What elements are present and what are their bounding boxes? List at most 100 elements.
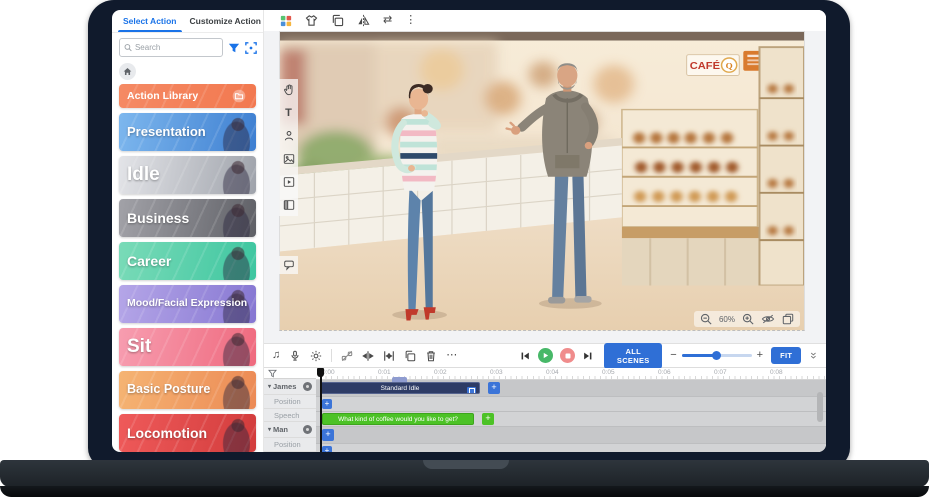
scene-canvas: CAFÉ Q <box>280 32 804 330</box>
add-speech-button[interactable]: + <box>482 413 494 425</box>
timeline-lanes[interactable]: 0:000:010:020:030:040:050:060:070:08 Sta… <box>316 368 826 452</box>
category-label: Career <box>127 254 171 269</box>
video-tool <box>282 175 296 189</box>
app-window: Select Action Customize Action <box>112 10 826 452</box>
category-sit[interactable]: Sit <box>119 328 256 366</box>
track-visibility-toggle[interactable] <box>303 382 312 391</box>
callout-icon <box>283 259 295 271</box>
trim-out-icon[interactable] <box>383 350 395 362</box>
laptop-base-notch <box>423 460 509 469</box>
play-button[interactable] <box>538 348 553 363</box>
playhead[interactable] <box>320 368 322 452</box>
swap-icon[interactable]: ⇄ <box>383 15 392 26</box>
clip-speech[interactable]: What kind of coffee would you like to ge… <box>322 413 474 425</box>
scene-tool-strip: T <box>279 79 298 216</box>
split-icon[interactable] <box>341 350 353 362</box>
zoom-in-icon[interactable] <box>742 313 754 325</box>
fit-button[interactable]: FIT <box>771 347 801 364</box>
zoom-level-value: 60% <box>719 315 735 324</box>
track-james[interactable]: ▾ James <box>264 379 316 395</box>
slider-knob[interactable] <box>712 351 721 360</box>
add-action-button[interactable]: + <box>488 382 500 394</box>
image-icon[interactable] <box>283 153 295 165</box>
trim-in-icon[interactable] <box>362 350 374 362</box>
stage-scene[interactable]: CAFÉ Q <box>279 31 805 331</box>
category-locomotion[interactable]: Locomotion <box>119 414 256 452</box>
character-icon[interactable] <box>283 130 295 142</box>
track-filter-icon[interactable] <box>268 369 277 378</box>
audio-icon[interactable]: ♫ <box>272 350 280 361</box>
slider-minus-icon[interactable]: − <box>670 350 676 361</box>
category-career[interactable]: Career <box>119 242 256 280</box>
timeline-scrollbar[interactable] <box>817 392 823 422</box>
text-tool[interactable]: T <box>282 106 296 120</box>
category-basic-posture[interactable]: Basic Posture <box>119 371 256 409</box>
flip-mirror-icon[interactable] <box>357 14 370 27</box>
stage-more-icon[interactable]: ⋮ <box>405 15 416 26</box>
category-label: Idle <box>127 165 160 185</box>
subtrack-james-position[interactable]: Position <box>264 395 316 409</box>
duplicate-clip-icon[interactable] <box>404 350 416 362</box>
add-position-button[interactable]: + <box>322 399 332 409</box>
add-action-button[interactable]: + <box>322 429 334 441</box>
lane-man-position[interactable]: + <box>316 444 826 452</box>
video-icon[interactable] <box>283 176 295 188</box>
home-button[interactable] <box>119 63 136 80</box>
add-position-button[interactable]: + <box>322 446 332 452</box>
timeline-edit-tools: ♫ ⋯ <box>272 349 457 362</box>
slider-track[interactable] <box>682 354 752 357</box>
color-swatch-icon[interactable] <box>280 15 292 27</box>
callout-tool[interactable] <box>279 256 298 274</box>
float-window-icon[interactable] <box>782 313 794 325</box>
skip-start-icon[interactable] <box>519 350 531 362</box>
mic-icon[interactable] <box>289 350 301 362</box>
subtrack-man-position[interactable]: Position <box>264 438 316 452</box>
outfit-icon[interactable] <box>305 14 318 27</box>
stop-button[interactable] <box>560 348 575 363</box>
hand-icon[interactable] <box>283 84 295 96</box>
track-man[interactable]: ▾ Man <box>264 422 316 438</box>
zoom-out-icon[interactable] <box>700 313 712 325</box>
collapse-timeline-icon[interactable] <box>809 350 818 361</box>
lane-james-speech[interactable]: What kind of coffee would you like to ge… <box>316 412 826 427</box>
ruler-tick-label: 0:07 <box>714 369 727 376</box>
subtrack-name: Position <box>274 397 301 406</box>
category-business[interactable]: Business <box>119 199 256 237</box>
lane-james-position[interactable]: + <box>316 397 826 412</box>
track-visibility-toggle[interactable] <box>303 425 312 434</box>
lane-man[interactable]: + <box>316 427 826 444</box>
chevron-down-icon: ▾ <box>268 426 271 433</box>
category-idle[interactable]: Idle <box>119 156 256 194</box>
slider-fill <box>682 354 716 357</box>
category-label: Sit <box>127 337 151 357</box>
page: Select Action Customize Action <box>0 0 929 497</box>
category-figure <box>220 375 250 409</box>
slider-plus-icon[interactable]: + <box>757 350 763 361</box>
duplicate-character-icon[interactable] <box>331 14 344 27</box>
search-input[interactable] <box>135 43 218 52</box>
category-figure <box>220 160 250 194</box>
category-presentation[interactable]: Presentation <box>119 113 256 151</box>
focus-view-icon[interactable] <box>245 42 257 54</box>
category-mood-facial-expression[interactable]: Mood/Facial Expression <box>119 285 256 323</box>
hide-ui-icon[interactable] <box>761 313 775 325</box>
clip-standard-idle[interactable]: Standard Idle <box>320 382 480 394</box>
subtrack-james-speech[interactable]: Speech <box>264 409 316 423</box>
clip-options-icon[interactable] <box>467 387 476 395</box>
delete-icon[interactable] <box>425 350 437 362</box>
chevron-down-icon: ▾ <box>268 383 271 390</box>
skip-end-icon[interactable] <box>582 350 594 362</box>
add-marker-tab[interactable] <box>392 377 407 382</box>
lane-james[interactable]: Standard Idle + <box>316 380 826 397</box>
effects-icon[interactable] <box>310 350 322 362</box>
filter-icon[interactable] <box>228 42 240 54</box>
tab-select-action[interactable]: Select Action <box>112 10 188 32</box>
tab-customize-action[interactable]: Customize Action <box>188 10 264 32</box>
all-scenes-button[interactable]: ALL SCENES <box>604 343 662 369</box>
category-figure <box>220 117 250 151</box>
pan-tool <box>282 83 296 97</box>
action-library-header[interactable]: Action Library <box>119 84 256 108</box>
panel-icon[interactable] <box>283 199 295 211</box>
timeline-more-icon[interactable]: ⋯ <box>446 350 457 361</box>
timeline-panel: ♫ ⋯ <box>264 343 826 452</box>
